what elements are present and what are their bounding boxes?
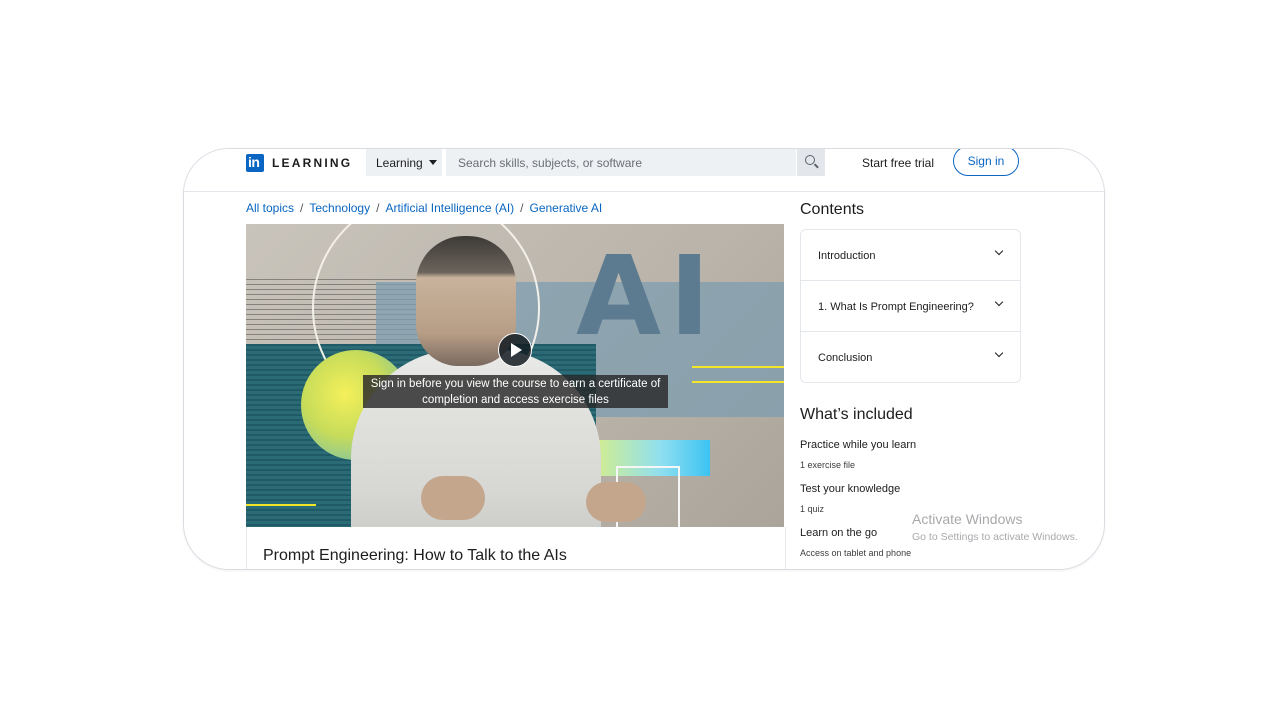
chevron-down-icon (994, 348, 1004, 358)
learning-dropdown-label: Learning (376, 155, 423, 170)
breadcrumb: All topics / Technology / Artificial Intelli… (246, 201, 602, 215)
chevron-down-icon (994, 297, 1004, 307)
ai-graphic-text: AI (576, 232, 719, 360)
breadcrumb-separator: / (376, 201, 380, 215)
contents-section-conclusion[interactable]: Conclusion (801, 332, 1020, 383)
search-icon-handle (814, 163, 819, 169)
logo-mark: in (248, 154, 260, 170)
contents-accordion: Introduction 1. What Is Prompt Engineeri… (800, 229, 1021, 383)
play-button[interactable] (498, 333, 532, 367)
learning-dropdown[interactable]: Learning (366, 149, 442, 176)
watermark-line-1: Activate Windows (912, 511, 1023, 527)
instructor-hand (421, 476, 485, 520)
overlay-line-1: Sign in before you view the course to ea… (370, 378, 661, 390)
breadcrumb-separator: / (520, 201, 524, 215)
course-title: Prompt Engineering: How to Talk to the A… (263, 547, 567, 564)
included-item-subtitle: 1 quiz (800, 504, 825, 514)
sign-in-button[interactable]: Sign in (953, 149, 1019, 176)
included-item-title: Practice while you learn (800, 439, 917, 451)
overlay-line-2: completion and access exercise files (422, 394, 609, 406)
logo-text[interactable]: LEARNING (272, 156, 352, 170)
linkedin-logo-icon[interactable]: in (246, 154, 264, 172)
watermark-line-2: Go to Settings to activate Windows. (912, 531, 1078, 543)
play-icon (511, 343, 522, 357)
included-item-subtitle: Access on tablet and phone (800, 548, 912, 558)
video-yellow-line (692, 366, 784, 368)
contents-section-what-is-prompt-engineering[interactable]: 1. What Is Prompt Engineering? (801, 281, 1020, 332)
breadcrumb-ai[interactable]: Artificial Intelligence (AI) (385, 201, 514, 215)
contents-section-introduction[interactable]: Introduction (801, 230, 1020, 281)
contents-section-label: Introduction (818, 250, 876, 262)
activate-windows-watermark: Activate Windows Go to Settings to activ… (912, 511, 1078, 543)
course-title-card: Prompt Engineering: How to Talk to the A… (246, 527, 786, 569)
contents-section-label: Conclusion (818, 352, 873, 364)
contents-section-label: 1. What Is Prompt Engineering? (818, 301, 974, 313)
whats-included-heading: What’s included (800, 406, 913, 423)
start-free-trial-link[interactable]: Start free trial (862, 156, 934, 170)
top-nav: in LEARNING Learning Start free trial Si… (184, 149, 1104, 192)
video-yellow-line (246, 504, 316, 506)
breadcrumb-separator: / (300, 201, 304, 215)
course-video-player[interactable]: AI Sign in before you view the course to… (246, 224, 784, 527)
instructor-hand (586, 482, 646, 522)
sign-in-overlay-message: Sign in before you view the course to ea… (363, 375, 668, 408)
video-yellow-line (692, 381, 784, 383)
breadcrumb-generative-ai[interactable]: Generative AI (530, 201, 603, 215)
breadcrumb-all-topics[interactable]: All topics (246, 201, 294, 215)
included-item-title: Test your knowledge (800, 483, 901, 495)
included-item-title: Learn on the go (800, 527, 878, 539)
breadcrumb-technology[interactable]: Technology (309, 201, 370, 215)
chevron-down-icon (994, 246, 1004, 256)
search-input[interactable] (446, 149, 796, 176)
contents-heading: Contents (800, 201, 865, 218)
browser-frame: in LEARNING Learning Start free trial Si… (183, 148, 1105, 570)
included-item-subtitle: 1 exercise file (800, 460, 856, 470)
search-button[interactable] (797, 149, 825, 176)
caret-down-icon (428, 160, 437, 165)
